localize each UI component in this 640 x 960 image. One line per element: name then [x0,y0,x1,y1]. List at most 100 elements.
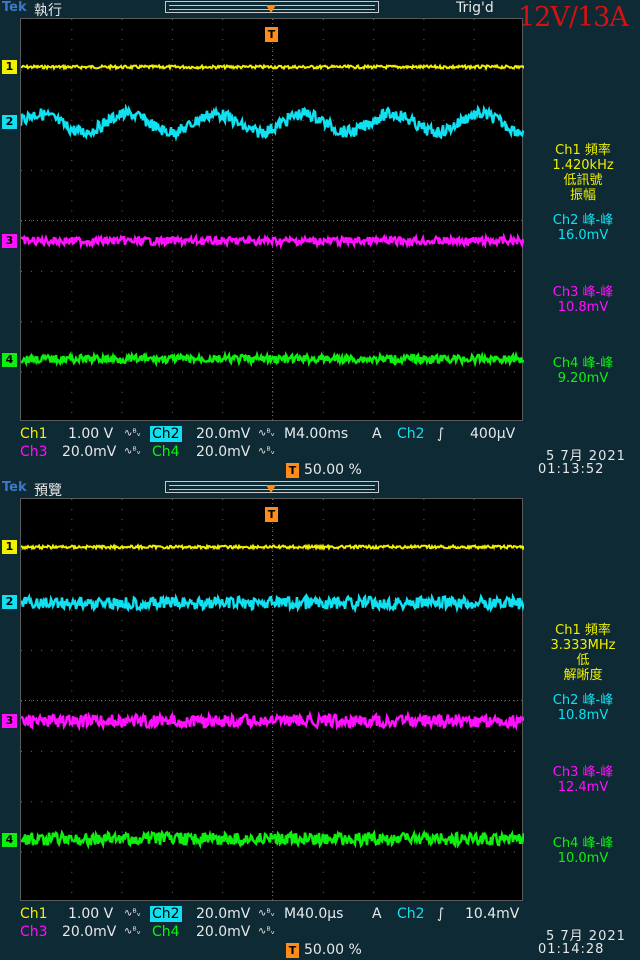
bandwidth-limit-icon: ∿ᴮᵥ [124,428,141,439]
ch1-trace [21,543,524,552]
acquisition-mode: 執行 [34,3,62,19]
ch4-trace [21,829,524,850]
trigger-position[interactable]: 50.00 % [304,942,362,958]
readout-value: 10.8mV [557,708,609,723]
trigger-status: Trig'd [456,0,494,16]
bandwidth-limit-icon: ∿ᴮᵥ [124,446,141,457]
ch3-pkpk-readout: Ch3 峰-峰 12.4mV [526,765,640,795]
ch3-marker[interactable]: 3 [2,714,17,728]
waveform-graticule [20,498,524,902]
scope-panel-preview: Tek 預覽 T 1 2 3 4 Ch1 頻率 3.333MHz 低 解晰度 C… [0,480,640,960]
ch4-scale[interactable]: 20.0mV [196,924,250,940]
trigger-slope-icon[interactable]: ∫ [437,426,444,442]
ch3-scale[interactable]: 20.0mV [62,924,116,940]
waveform-traces [21,63,524,368]
bandwidth-limit-icon: ∿ᴮᵥ [124,908,141,919]
ch2-label[interactable]: Ch2 [150,906,182,922]
trigger-marker[interactable]: T [265,507,278,522]
trigger-marker[interactable]: T [265,27,278,42]
ch1-marker[interactable]: 1 [2,60,17,74]
readout-note: 低訊號 [563,173,603,188]
readout-value: 1.420kHz [552,158,614,173]
ch2-scale[interactable]: 20.0mV [196,906,250,922]
readout-note: 解晰度 [563,668,603,683]
readout-title: Ch2 峰-峰 [552,693,614,708]
bandwidth-limit-icon: ∿ᴮᵥ [124,926,141,937]
acquisition-mode: 預覽 [34,483,62,499]
ch2-marker[interactable]: 2 [2,115,17,129]
ch4-trace [21,350,524,368]
readout-title: Ch1 頻率 [555,623,611,638]
readout-title: Ch4 峰-峰 [552,836,614,851]
trigger-source[interactable]: Ch2 [397,426,425,442]
trigger-mode: A [372,906,382,922]
readout-value: 10.0mV [557,851,609,866]
waveform-graticule [20,18,524,422]
trigger-slope-icon[interactable]: ∫ [437,906,444,922]
ch3-marker[interactable]: 3 [2,234,17,248]
ch1-scale[interactable]: 1.00 V [68,426,113,442]
ch1-label[interactable]: Ch1 [18,906,50,922]
ch3-scale[interactable]: 20.0mV [62,444,116,460]
ch4-label[interactable]: Ch4 [150,924,182,940]
bandwidth-limit-icon: ∿ᴮᵥ [258,446,275,457]
readout-title: Ch3 峰-峰 [552,285,614,300]
settings-bar: Ch1 1.00 V ∿ᴮᵥ Ch2 20.0mV ∿ᴮᵥ M40.0µs A … [0,904,640,960]
ch2-pkpk-readout: Ch2 峰-峰 10.8mV [526,693,640,723]
trigger-level[interactable]: 400µV [470,426,515,442]
readout-value: 12.4mV [557,780,609,795]
ch2-scale[interactable]: 20.0mV [196,426,250,442]
bandwidth-limit-icon: ∿ᴮᵥ [258,908,275,919]
ch3-trace [21,232,524,250]
time: 01:14:28 [538,942,605,957]
readout-value: 16.0mV [557,228,609,243]
ch4-label[interactable]: Ch4 [150,444,182,460]
trigger-position-icon: T [286,943,299,958]
readout-value: 3.333MHz [550,638,616,653]
ch4-pkpk-readout: Ch4 峰-峰 9.20mV [526,356,640,386]
trigger-position-icon: T [286,463,299,478]
tek-logo: Tek [2,480,27,495]
ch4-marker[interactable]: 4 [2,833,17,847]
ch4-marker[interactable]: 4 [2,353,17,367]
trigger-position-icon[interactable] [266,0,276,13]
time: 01:13:52 [538,462,605,477]
ch3-label[interactable]: Ch3 [18,444,50,460]
ch1-marker[interactable]: 1 [2,540,17,554]
trigger-mode: A [372,426,382,442]
ch1-frequency-readout: Ch1 頻率 1.420kHz 低訊號 振幅 [526,143,640,203]
ch3-pkpk-readout: Ch3 峰-峰 10.8mV [526,285,640,315]
ch1-scale[interactable]: 1.00 V [68,906,113,922]
readout-title: Ch1 頻率 [555,143,611,158]
ch2-label[interactable]: Ch2 [150,426,182,442]
ch2-trace [21,592,524,614]
ch1-label[interactable]: Ch1 [18,426,50,442]
ch3-label[interactable]: Ch3 [18,924,50,940]
settings-bar: Ch1 1.00 V ∿ᴮᵥ Ch2 20.0mV ∿ᴮᵥ M4.00ms A … [0,424,640,480]
ch2-pkpk-readout: Ch2 峰-峰 16.0mV [526,213,640,243]
trigger-position-icon[interactable] [266,480,276,493]
bandwidth-limit-icon: ∿ᴮᵥ [258,428,275,439]
ch3-trace [21,710,524,732]
ch2-trace [21,103,524,142]
trigger-position[interactable]: 50.00 % [304,462,362,478]
trigger-level[interactable]: 10.4mV [465,906,519,922]
timebase[interactable]: M4.00ms [284,426,348,442]
tek-logo: Tek [2,0,27,15]
overlay-label: 12V/13A [518,2,629,33]
ch4-pkpk-readout: Ch4 峰-峰 10.0mV [526,836,640,866]
waveform-traces [21,543,524,850]
ch1-frequency-readout: Ch1 頻率 3.333MHz 低 解晰度 [526,623,640,683]
readout-note: 振幅 [569,188,596,203]
ch1-trace [21,63,524,72]
readout-value: 9.20mV [557,371,609,386]
ch4-scale[interactable]: 20.0mV [196,444,250,460]
scope-panel-run: Tek 執行 Trig'd 12V/13A T 1 2 3 4 Ch1 頻率 1… [0,0,640,480]
ch2-marker[interactable]: 2 [2,595,17,609]
bandwidth-limit-icon: ∿ᴮᵥ [258,926,275,937]
readout-title: Ch4 峰-峰 [552,356,614,371]
timebase[interactable]: M40.0µs [284,906,343,922]
trigger-source[interactable]: Ch2 [397,906,425,922]
readout-title: Ch3 峰-峰 [552,765,614,780]
readout-note: 低 [576,653,590,668]
